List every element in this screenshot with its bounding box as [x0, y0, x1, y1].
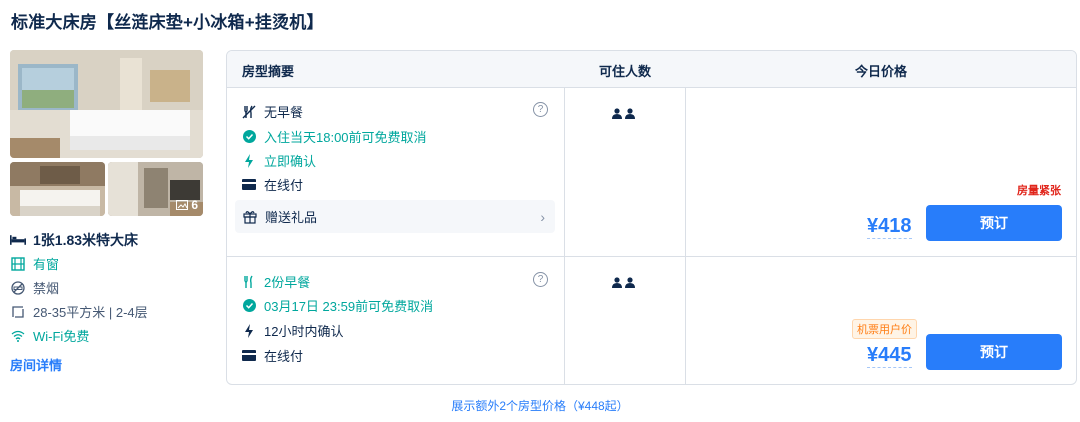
person-icon	[612, 108, 622, 119]
rate-table: 房型摘要 可住人数 今日价格 无早餐 ? 入住当天18:00前可免费取消 立即确…	[226, 50, 1077, 385]
gift-row[interactable]: 赠送礼品 ›	[235, 200, 555, 233]
gift-label: 赠送礼品	[265, 210, 318, 225]
chevron-right-icon: ›	[540, 208, 545, 225]
column-divider	[685, 87, 686, 384]
help-icon[interactable]: ?	[533, 272, 548, 287]
book-button[interactable]: 预订	[926, 334, 1062, 370]
confirm-info: 立即确认	[242, 151, 316, 170]
payment-info: 在线付	[242, 175, 303, 194]
card-icon	[242, 178, 256, 192]
bed-label: 1张1.83米特大床	[33, 232, 139, 248]
check-circle-icon	[242, 130, 256, 144]
column-divider	[564, 87, 565, 384]
person-icon	[625, 108, 635, 119]
card-icon	[242, 349, 256, 363]
breakfast-icon	[242, 275, 256, 289]
check-circle-icon	[242, 299, 256, 313]
room-photo-thumb[interactable]	[10, 162, 105, 216]
gift-icon	[243, 210, 257, 224]
payment-info: 在线付	[242, 346, 303, 365]
lightning-icon	[242, 153, 256, 168]
smoking-label: 禁烟	[33, 281, 60, 296]
window-label: 有窗	[33, 257, 60, 272]
no-smoking-icon	[10, 280, 26, 296]
header-price: 今日价格	[855, 64, 908, 79]
cancel-policy: 03月17日 23:59前可免费取消	[242, 296, 433, 315]
smoking-info: 禁烟	[10, 278, 59, 297]
room-details-link[interactable]: 房间详情	[10, 355, 62, 374]
area-icon	[10, 304, 26, 320]
room-title: 标准大床房【丝涟床垫+小冰箱+挂烫机】	[11, 13, 324, 32]
payment-label: 在线付	[264, 349, 304, 364]
help-icon[interactable]: ?	[533, 102, 548, 117]
photo-count: 6	[176, 198, 198, 212]
room-photo-thumb[interactable]: 6	[108, 162, 203, 216]
area-info: 28-35平方米 | 2-4层	[10, 302, 148, 321]
row-divider	[227, 256, 1076, 257]
photo-count-value: 6	[191, 198, 198, 212]
no-breakfast-icon	[242, 105, 256, 119]
person-icon	[612, 277, 622, 288]
occupancy-icons	[612, 277, 635, 288]
confirm-label: 立即确认	[264, 154, 317, 169]
book-button[interactable]: 预订	[926, 205, 1062, 241]
cancel-policy: 入住当天18:00前可免费取消	[242, 127, 427, 146]
confirm-label: 12小时内确认	[264, 324, 344, 339]
wifi-icon	[10, 328, 26, 344]
image-icon	[176, 200, 189, 210]
meal-label: 2份早餐	[264, 275, 311, 290]
window-icon	[10, 256, 26, 272]
occupancy-icons	[612, 108, 635, 119]
price[interactable]: ¥445	[867, 343, 912, 368]
meal-info: 2份早餐	[242, 272, 310, 291]
more-rates-link[interactable]: 展示额外2个房型价格（¥448起）	[0, 397, 1080, 414]
scarce-tag: 房量紧张	[1017, 185, 1061, 197]
cancel-label: 03月17日 23:59前可免费取消	[264, 299, 434, 314]
lightning-icon	[242, 323, 256, 338]
room-photo-main[interactable]	[10, 50, 203, 158]
table-header: 房型摘要 可住人数 今日价格	[227, 51, 1076, 88]
person-icon	[625, 277, 635, 288]
price[interactable]: ¥418	[867, 214, 912, 239]
confirm-info: 12小时内确认	[242, 321, 343, 340]
meal-label: 无早餐	[264, 105, 304, 120]
area-label: 28-35平方米 | 2-4层	[33, 305, 148, 320]
cancel-label: 入住当天18:00前可免费取消	[264, 130, 427, 145]
wifi-label: Wi-Fi免费	[33, 329, 90, 344]
window-info: 有窗	[10, 254, 59, 273]
meal-info: 无早餐	[242, 102, 303, 121]
header-occupancy: 可住人数	[599, 64, 652, 79]
bed-icon	[10, 232, 26, 248]
flight-user-tag: 机票用户价	[852, 319, 917, 339]
payment-label: 在线付	[264, 178, 304, 193]
wifi-info: Wi-Fi免费	[10, 326, 89, 345]
header-summary: 房型摘要	[242, 64, 295, 79]
bed-info: 1张1.83米特大床	[10, 230, 138, 250]
